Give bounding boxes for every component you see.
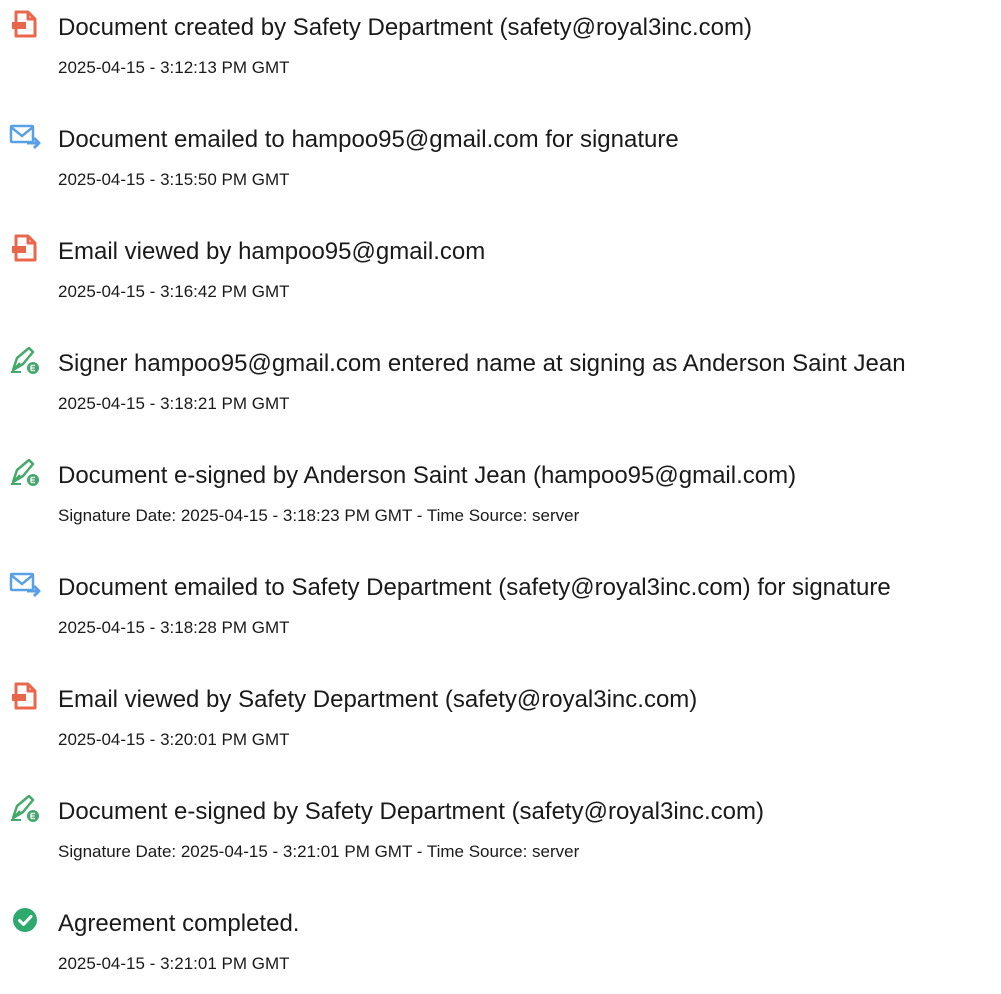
event-title: Agreement completed.: [58, 910, 300, 937]
event-title: Document emailed to hampoo95@gmail.com f…: [58, 126, 679, 153]
event-title: Document emailed to Safety Department (s…: [58, 574, 891, 601]
history-event-e-signed: Document e-signed by Safety Department (…: [0, 784, 1001, 864]
history-event-document-emailed: Document emailed to Safety Department (s…: [0, 560, 1001, 640]
event-title: Email viewed by hampoo95@gmail.com: [58, 238, 486, 265]
event-timestamp: 2025-04-15 - 3:12:13 PM GMT: [58, 58, 290, 77]
pen-sign-icon: [9, 344, 41, 376]
history-event-e-signed: Document e-signed by Anderson Saint Jean…: [0, 448, 1001, 528]
event-title: Document e-signed by Anderson Saint Jean…: [58, 462, 797, 489]
event-timestamp: 2025-04-15 - 3:18:21 PM GMT: [58, 394, 290, 413]
event-title: Email viewed by Safety Department (safet…: [58, 686, 698, 713]
history-event-agreement-completed: Agreement completed. 2025-04-15 - 3:21:0…: [0, 896, 1001, 976]
history-event-name-entered: Signer hampoo95@gmail.com entered name a…: [0, 336, 1001, 416]
checkmark-icon: [9, 904, 41, 936]
event-timestamp: Signature Date: 2025-04-15 - 3:21:01 PM …: [58, 842, 580, 861]
event-timestamp: 2025-04-15 - 3:16:42 PM GMT: [58, 282, 290, 301]
event-title: Document e-signed by Safety Department (…: [58, 798, 764, 825]
event-timestamp: 2025-04-15 - 3:15:50 PM GMT: [58, 170, 290, 189]
email-send-icon: [9, 568, 41, 600]
history-event-document-created: Document created by Safety Department (s…: [0, 0, 1001, 80]
document-icon: [9, 8, 41, 40]
event-title: Signer hampoo95@gmail.com entered name a…: [58, 350, 906, 377]
event-timestamp: 2025-04-15 - 3:20:01 PM GMT: [58, 730, 290, 749]
document-icon: [9, 680, 41, 712]
pen-sign-icon: [9, 456, 41, 488]
event-title: Document created by Safety Department (s…: [58, 14, 752, 41]
document-icon: [9, 232, 41, 264]
pen-sign-icon: [9, 792, 41, 824]
history-event-email-viewed: Email viewed by Safety Department (safet…: [0, 672, 1001, 752]
event-timestamp: 2025-04-15 - 3:21:01 PM GMT: [58, 954, 290, 973]
event-timestamp: 2025-04-15 - 3:18:28 PM GMT: [58, 618, 290, 637]
event-timestamp: Signature Date: 2025-04-15 - 3:18:23 PM …: [58, 506, 580, 525]
history-event-email-viewed: Email viewed by hampoo95@gmail.com 2025-…: [0, 224, 1001, 304]
email-send-icon: [9, 120, 41, 152]
history-event-document-emailed: Document emailed to hampoo95@gmail.com f…: [0, 112, 1001, 192]
